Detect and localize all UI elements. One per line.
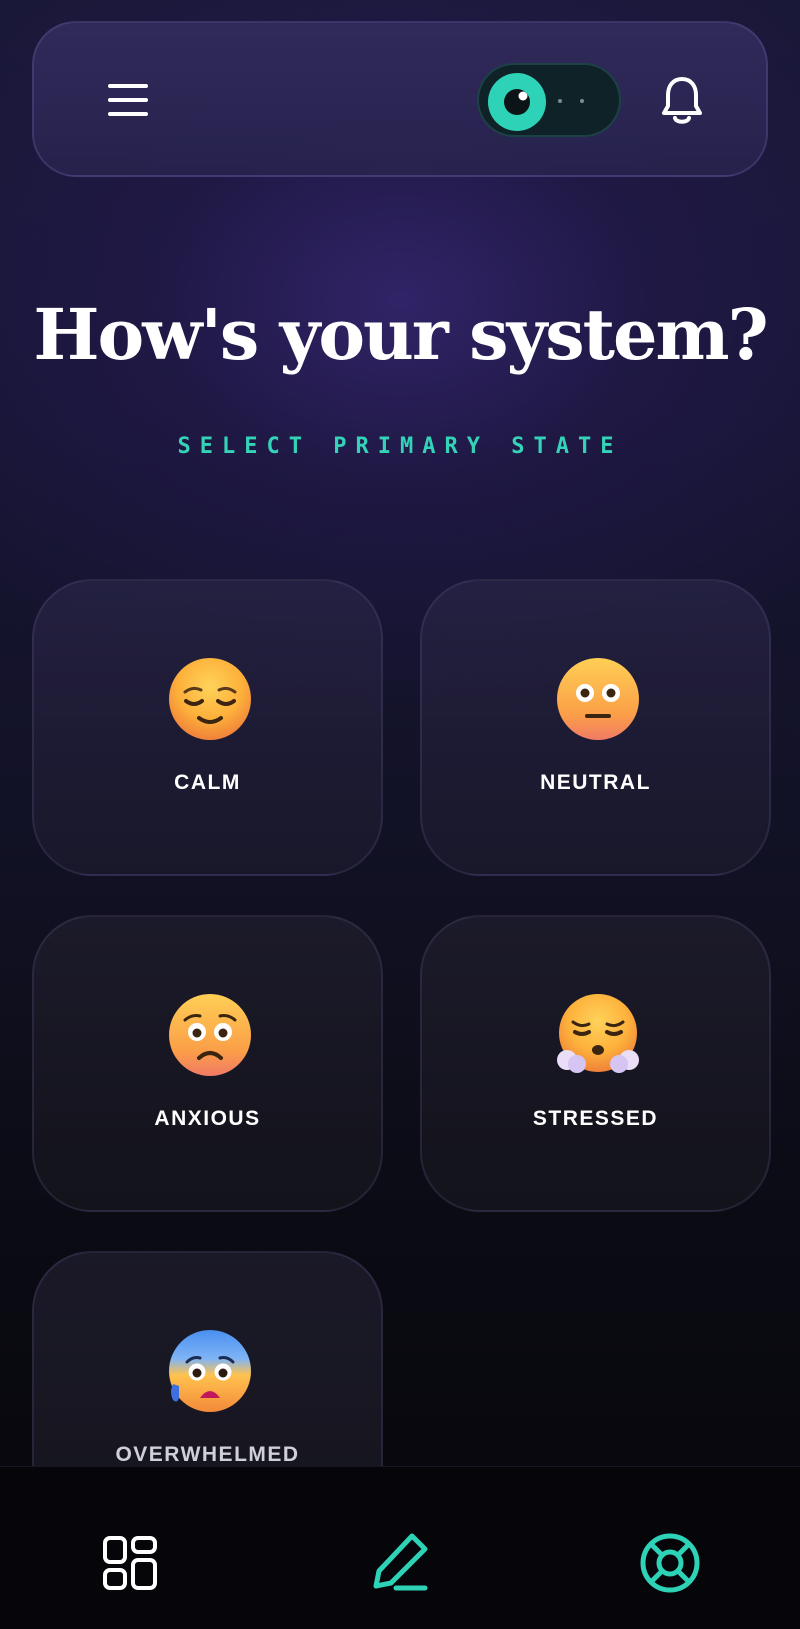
mood-card-label: NEUTRAL (540, 771, 651, 794)
bell-icon[interactable] (660, 75, 704, 127)
mood-card-anxious[interactable]: ANXIOUS (32, 915, 383, 1212)
pencil-icon[interactable] (370, 1531, 430, 1591)
mood-card-label: STRESSED (532, 1107, 659, 1130)
mood-card-label: ANXIOUS (154, 1107, 261, 1130)
neutral-face-icon (555, 656, 641, 742)
top-app-bar (32, 21, 768, 177)
page-title: How's your system? (33, 293, 768, 376)
mood-card-label: OVERWHELMED (115, 1443, 300, 1466)
eye-icon (488, 73, 546, 131)
page-subtitle: SELECT PRIMARY STATE (177, 434, 623, 459)
focus-mode-toggle[interactable] (477, 63, 621, 137)
anxious-sweat-face-icon (167, 1328, 253, 1414)
hamburger-menu-icon[interactable] (106, 81, 150, 121)
mood-card-neutral[interactable]: NEUTRAL (420, 579, 771, 876)
mood-card-label: CALM (174, 771, 241, 794)
worried-face-icon (167, 992, 253, 1078)
relieved-face-icon (167, 656, 253, 742)
dashboard-grid-icon[interactable] (102, 1535, 158, 1591)
mood-card-stressed[interactable]: STRESSED (420, 915, 771, 1212)
mood-card-calm[interactable]: CALM (32, 579, 383, 876)
bottom-navigation (0, 1466, 800, 1629)
lifebuoy-icon[interactable] (638, 1531, 702, 1595)
steam-from-nose-face-icon (555, 992, 641, 1078)
